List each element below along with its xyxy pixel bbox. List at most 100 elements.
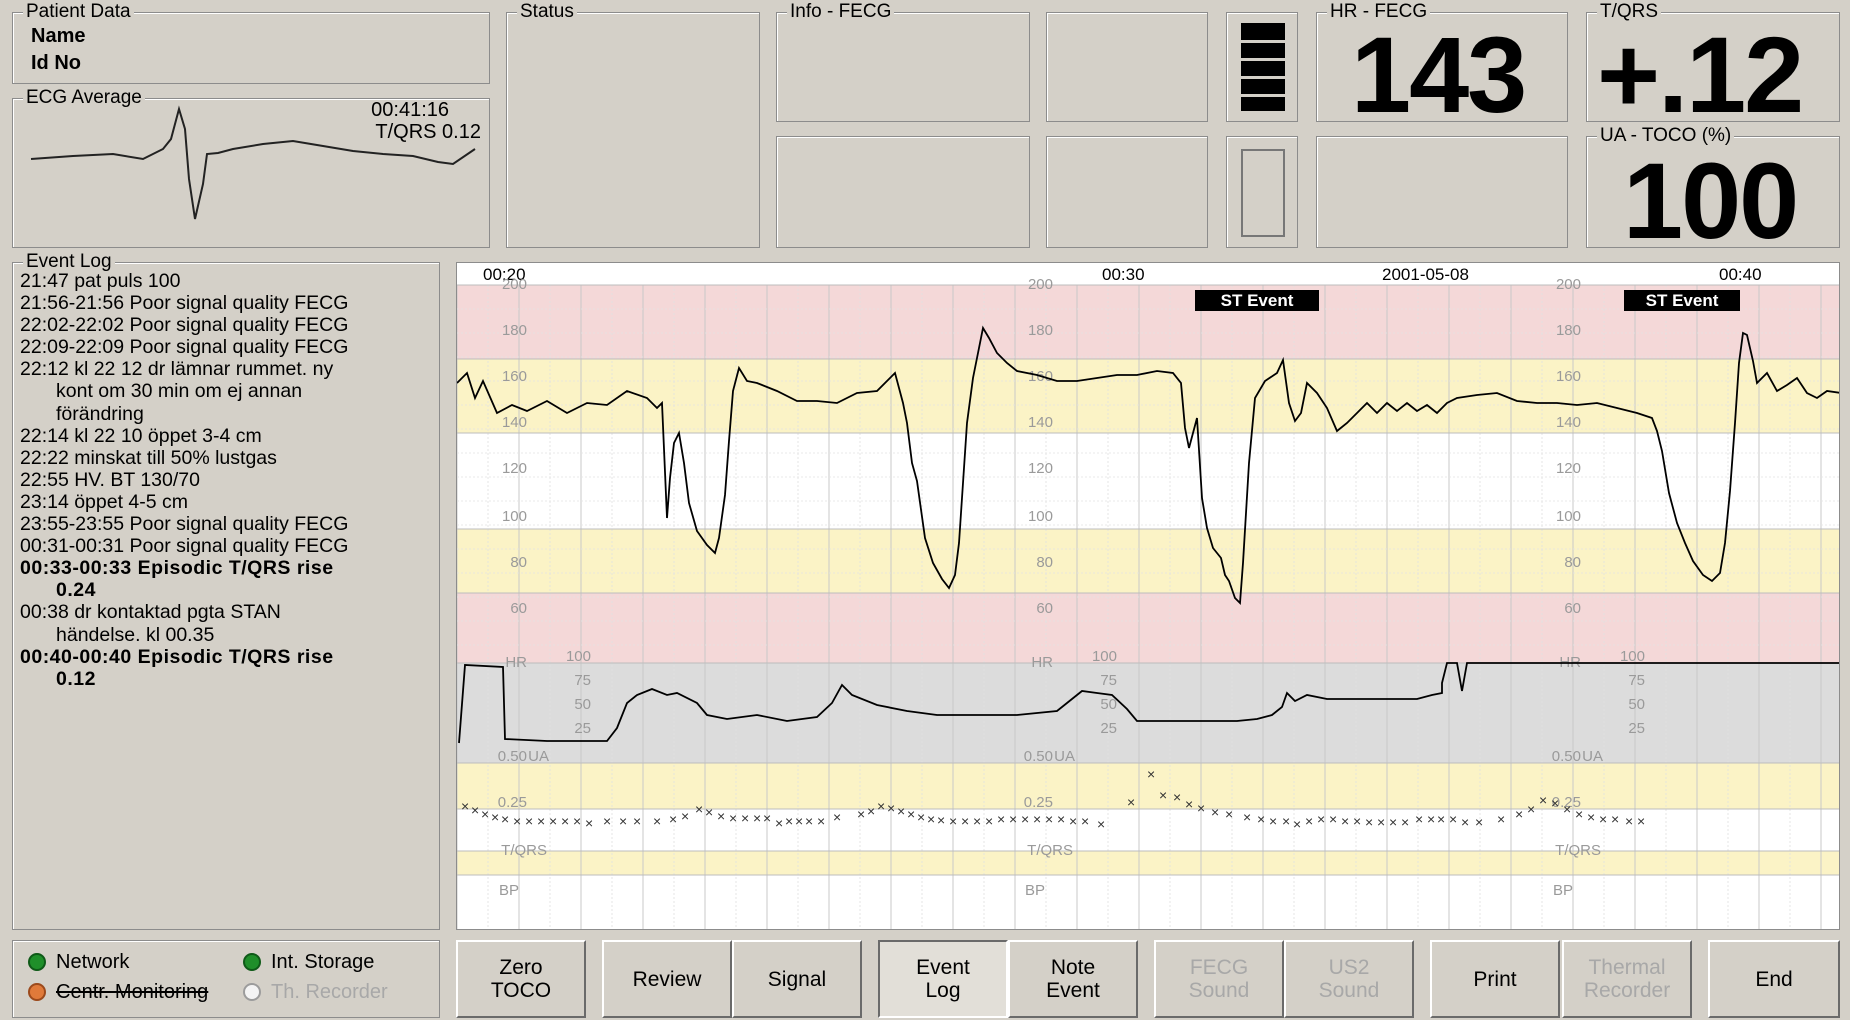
tqrs-mark: × (669, 811, 677, 827)
tqrs-mark: × (1225, 806, 1233, 822)
event-log-list[interactable]: 21:47 pat puls 100 21:56-21:56 Poor sign… (20, 270, 440, 690)
info-panel-3 (776, 136, 1030, 248)
list-item: 22:22 minskat till 50% lustgas (20, 446, 277, 469)
note-event-button[interactable]: Note Event (1008, 940, 1138, 1018)
tqrs-mark: × (907, 806, 915, 822)
ecg-average-waveform (30, 105, 476, 220)
tqrs-mark: × (1563, 801, 1571, 817)
status-panel: Status (506, 1, 760, 248)
tqrs-mark: × (1127, 794, 1135, 810)
signal-button[interactable]: Signal (732, 940, 862, 1018)
info-panel-4 (1046, 136, 1208, 248)
tqrs-mark: × (1437, 811, 1445, 827)
time-label: 00:40 (1719, 265, 1762, 284)
tqrs-mark: × (805, 813, 813, 829)
tqrs-mark: × (763, 810, 771, 826)
hr-band-yellow-top (457, 359, 1839, 433)
fecg-sound-button[interactable]: FECG Sound (1154, 940, 1284, 1018)
signal-quality-bars (1241, 23, 1285, 111)
tqrs-mark: × (573, 813, 581, 829)
print-button[interactable]: Print (1430, 940, 1560, 1018)
ua-tick-label: 75 (1628, 672, 1645, 689)
tqrs-mark: × (1185, 796, 1193, 812)
tqrs-mark: × (1317, 811, 1325, 827)
hr-tick-label: 180 (1556, 322, 1581, 339)
hr-tick-label: 160 (1556, 368, 1581, 385)
tqrs-mark: × (1057, 811, 1065, 827)
tqrs-value: +.12 (1597, 14, 1804, 135)
list-item: 00:33-00:33 Episodic T/QRS rise (20, 557, 334, 580)
recorder-led-icon (243, 983, 261, 1001)
list-item: händelse. kl 00.35 (56, 623, 215, 646)
hr-fecg-value: 143 (1351, 14, 1527, 135)
tqrs-tick-label: 0.50 (1552, 748, 1581, 765)
hr-axis-label: HR (505, 654, 527, 671)
tqrs-mark: × (603, 813, 611, 829)
list-item: 0.24 (56, 579, 96, 602)
tqrs-mark: × (1097, 816, 1105, 832)
storage-led-icon (243, 953, 261, 971)
hr-tick-label: 120 (1556, 460, 1581, 477)
tqrs-mark: × (1293, 816, 1301, 832)
tqrs-mark: × (461, 798, 469, 814)
zero-toco-button[interactable]: Zero TOCO (456, 940, 586, 1018)
tqrs-mark: × (887, 800, 895, 816)
tqrs-mark: × (1575, 806, 1583, 822)
hr-tick-label: 160 (502, 368, 527, 385)
tqrs-mark: × (1527, 801, 1535, 817)
ctg-trace-chart[interactable]: 00:20 00:30 2001-05-08 00:40 ST Event ST… (456, 262, 1840, 930)
list-item: 22:02-22:02 Poor signal quality FECG (20, 314, 349, 337)
ua-axis-label: UA (528, 748, 549, 765)
tqrs-mark: × (1461, 814, 1469, 830)
recorder-label: Th. Recorder (271, 981, 388, 1003)
bp-band (457, 875, 1839, 929)
tqrs-mark: × (897, 803, 905, 819)
us2-sound-button[interactable]: US2 Sound (1284, 940, 1414, 1018)
ua-axis-label: UA (1582, 748, 1603, 765)
tqrs-mark: × (513, 813, 521, 829)
tqrs-mark: × (973, 813, 981, 829)
tqrs-mark: × (695, 801, 703, 817)
date-label: 2001-05-08 (1382, 265, 1469, 284)
tqrs-mark: × (729, 810, 737, 826)
hr-tick-label: 120 (502, 460, 527, 477)
st-event-label: ST Event (1646, 291, 1719, 310)
tqrs-mark: × (1069, 813, 1077, 829)
hr-tick-label: 80 (510, 554, 527, 571)
hr-tick-label: 140 (1028, 414, 1053, 431)
tqrs-mark: × (1389, 814, 1397, 830)
end-button[interactable]: End (1708, 940, 1840, 1018)
tqrs-tick-label: 0.50 (1024, 748, 1053, 765)
bp-axis-label: BP (1553, 882, 1573, 899)
network-led-icon (28, 953, 46, 971)
tqrs-mark: × (525, 813, 533, 829)
hr-tick-label: 200 (1556, 276, 1581, 293)
ua-tick-label: 25 (1628, 720, 1645, 737)
hr-band-yellow-bottom (457, 529, 1839, 593)
tqrs-mark: × (1449, 811, 1457, 827)
tqrs-mark: × (1515, 806, 1523, 822)
hr-tick-label: 60 (1564, 600, 1581, 617)
time-label: 00:30 (1102, 265, 1145, 284)
tqrs-mark: × (997, 811, 1005, 827)
tqrs-mark: × (1173, 789, 1181, 805)
toco-level-bar (1241, 149, 1285, 237)
hr-tick-label: 180 (1028, 322, 1053, 339)
thermal-recorder-button[interactable]: Thermal Recorder (1562, 940, 1692, 1018)
hr-tick-label: 80 (1564, 554, 1581, 571)
tqrs-mark: × (653, 813, 661, 829)
ua-tick-label: 75 (1100, 672, 1117, 689)
list-item: 22:14 kl 22 10 öppet 3-4 cm (20, 424, 262, 447)
list-item: 21:56-21:56 Poor signal quality FECG (20, 292, 349, 315)
event-log-button[interactable]: Event Log (878, 940, 1008, 1018)
tqrs-mark: × (1045, 811, 1053, 827)
hr-tick-label: 100 (1556, 508, 1581, 525)
tqrs-mark: × (1587, 809, 1595, 825)
tqrs-tick-label: 0.25 (498, 794, 527, 811)
review-button[interactable]: Review (602, 940, 732, 1018)
info-panel-2 (1046, 12, 1208, 122)
info-fecg-title: Info - FECG (787, 1, 895, 23)
storage-label: Int. Storage (271, 951, 375, 973)
tqrs-mark: × (1305, 813, 1313, 829)
tqrs-mark: × (549, 813, 557, 829)
